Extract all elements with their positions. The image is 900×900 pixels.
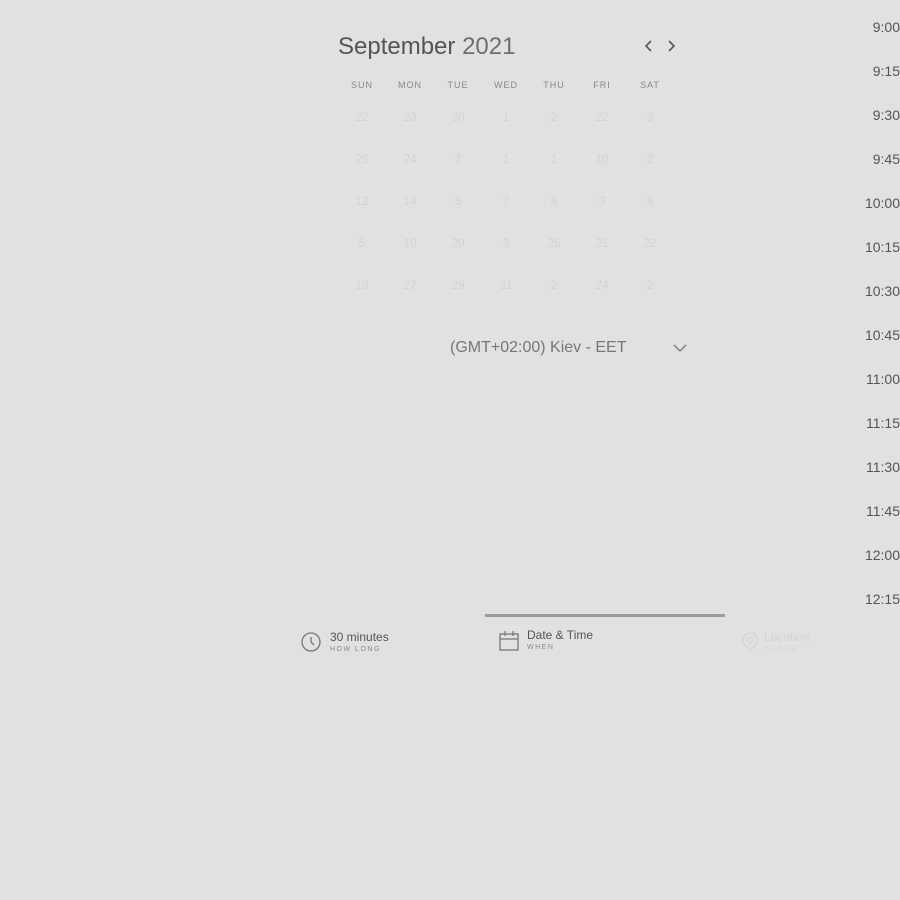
timezone-label: (GMT+02:00) Kiev - EET <box>450 339 627 356</box>
calendar-day: 20 <box>451 236 465 250</box>
time-slot[interactable]: 10:00 <box>866 194 900 212</box>
weekday-label: FRI <box>593 80 611 90</box>
time-slot-label: 11:00 <box>866 371 900 387</box>
month-title: September 2021 <box>338 30 515 64</box>
calendar-day: 12 <box>355 194 369 208</box>
calendar-header: September 2021 <box>338 30 688 64</box>
calendar-day: 22 <box>643 236 657 250</box>
weekday-label: TUE <box>447 80 469 90</box>
calendar-day: 8 <box>550 194 558 208</box>
time-slot-label: 9:30 <box>872 107 900 123</box>
time-slot-label: 11:45 <box>866 503 900 519</box>
calendar-day: 31 <box>499 278 513 292</box>
time-slot[interactable]: 11:45 <box>866 502 900 520</box>
calendar-day: 24 <box>403 152 417 166</box>
calendar-day: 29 <box>451 278 465 292</box>
chevron-right-icon <box>668 40 676 52</box>
calendar-day: 1 <box>502 152 510 166</box>
time-slot[interactable]: 10:45 <box>866 326 900 344</box>
time-slot[interactable]: 11:30 <box>866 458 900 476</box>
step-label: Date & Time <box>527 628 594 642</box>
calendar-day: 30 <box>451 110 465 124</box>
step-date-time[interactable]: Date & Time WHEN <box>498 614 698 664</box>
calendar-day: 22 <box>595 110 609 124</box>
calendar-day: 2 <box>646 152 654 166</box>
location-icon <box>742 632 758 652</box>
time-slot[interactable]: 9:00 <box>866 18 900 36</box>
weekday-label: MON <box>398 80 422 90</box>
calendar-day: 3 <box>598 194 606 208</box>
time-slot[interactable]: 12:15 <box>866 590 900 608</box>
time-slot[interactable]: 10:15 <box>866 238 900 256</box>
calendar-day: 22 <box>355 110 369 124</box>
weekday-label: WED <box>494 80 518 90</box>
time-slot[interactable]: 11:15 <box>866 414 900 432</box>
calendar-day: 9 <box>646 194 654 208</box>
time-slot-label: 10:45 <box>866 327 900 343</box>
calendar-day: 23 <box>403 110 417 124</box>
calendar-day: 7 <box>502 194 510 208</box>
time-slot-label: 9:00 <box>872 19 900 35</box>
time-slot-label: 12:15 <box>866 591 900 607</box>
step-label: 30 minutes <box>330 630 389 644</box>
calendar-day: 5 <box>358 236 366 250</box>
calendar-day: 3 <box>646 110 654 124</box>
calendar-day: 19 <box>355 278 369 292</box>
year-name: 2021 <box>462 33 516 60</box>
calendar-day: 2 <box>550 110 558 124</box>
next-month-button[interactable] <box>661 36 681 56</box>
time-slot[interactable]: 11:00 <box>866 370 900 388</box>
calendar-days-grid: 22 23 30 1 2 22 3 26 24 7 1 1 10 2 12 14… <box>338 96 674 306</box>
calendar-day: 14 <box>403 194 417 208</box>
prev-month-button[interactable] <box>639 36 659 56</box>
time-slot[interactable]: 9:30 <box>866 106 900 124</box>
step-location: Location WHERE <box>740 614 850 664</box>
time-slot-list: 9:00 9:15 9:30 9:45 10:00 10:15 10:30 10… <box>866 10 900 620</box>
step-sublabel: WHERE <box>764 646 798 653</box>
clock-icon <box>301 632 321 652</box>
step-how-long[interactable]: 30 minutes HOW LONG <box>300 614 470 664</box>
calendar-day: 27 <box>403 278 417 292</box>
weekday-label: SAT <box>640 80 660 90</box>
weekday-label: SUN <box>350 80 373 90</box>
time-slot-label: 9:45 <box>872 151 900 167</box>
time-slot-label: 12:00 <box>866 547 900 563</box>
calendar-day: 25 <box>547 236 561 250</box>
calendar-day: 21 <box>595 236 609 250</box>
timezone-select[interactable]: (GMT+02:00) Kiev - EET <box>450 334 690 362</box>
calendar-day: 2 <box>646 278 654 292</box>
chevron-left-icon <box>644 40 652 52</box>
time-slot-label: 11:15 <box>866 415 900 431</box>
weekday-header-row: SUN MON TUE WED THU FRI SAT <box>338 78 674 92</box>
calendar-day: 24 <box>595 278 609 292</box>
weekday-label: THU <box>543 80 565 90</box>
month-name: September <box>338 33 456 60</box>
time-slot[interactable]: 9:45 <box>866 150 900 168</box>
step-sublabel: HOW LONG <box>330 646 381 653</box>
time-slot-label: 11:30 <box>866 459 900 475</box>
calendar-day: 1 <box>502 110 510 124</box>
calendar-day: 1 <box>550 152 558 166</box>
time-slot[interactable]: 9:15 <box>866 62 900 80</box>
booking-page: September 2021 SUN MON TUE WED THU FRI S… <box>0 0 900 900</box>
time-slot[interactable]: 10:30 <box>866 282 900 300</box>
calendar-day: 26 <box>355 152 369 166</box>
chevron-down-icon <box>673 344 687 352</box>
step-sublabel: WHEN <box>527 644 555 651</box>
booking-steps: 30 minutes HOW LONG Date & Time WHEN Loc… <box>290 614 850 664</box>
time-slot[interactable]: 12:00 <box>866 546 900 564</box>
time-slot-label: 9:15 <box>872 63 900 79</box>
time-slot-label: 10:30 <box>866 283 900 299</box>
time-slot-label: 10:15 <box>866 239 900 255</box>
calendar-day: 10 <box>403 236 417 250</box>
step-label: Location <box>764 630 810 644</box>
calendar-day: 5 <box>454 194 462 208</box>
calendar-day: 3 <box>502 236 510 250</box>
calendar-day: 10 <box>595 152 609 166</box>
calendar-icon <box>499 631 519 651</box>
calendar-day: 7 <box>454 152 462 166</box>
calendar-day: 2 <box>550 278 558 292</box>
time-slot-label: 10:00 <box>866 195 900 211</box>
